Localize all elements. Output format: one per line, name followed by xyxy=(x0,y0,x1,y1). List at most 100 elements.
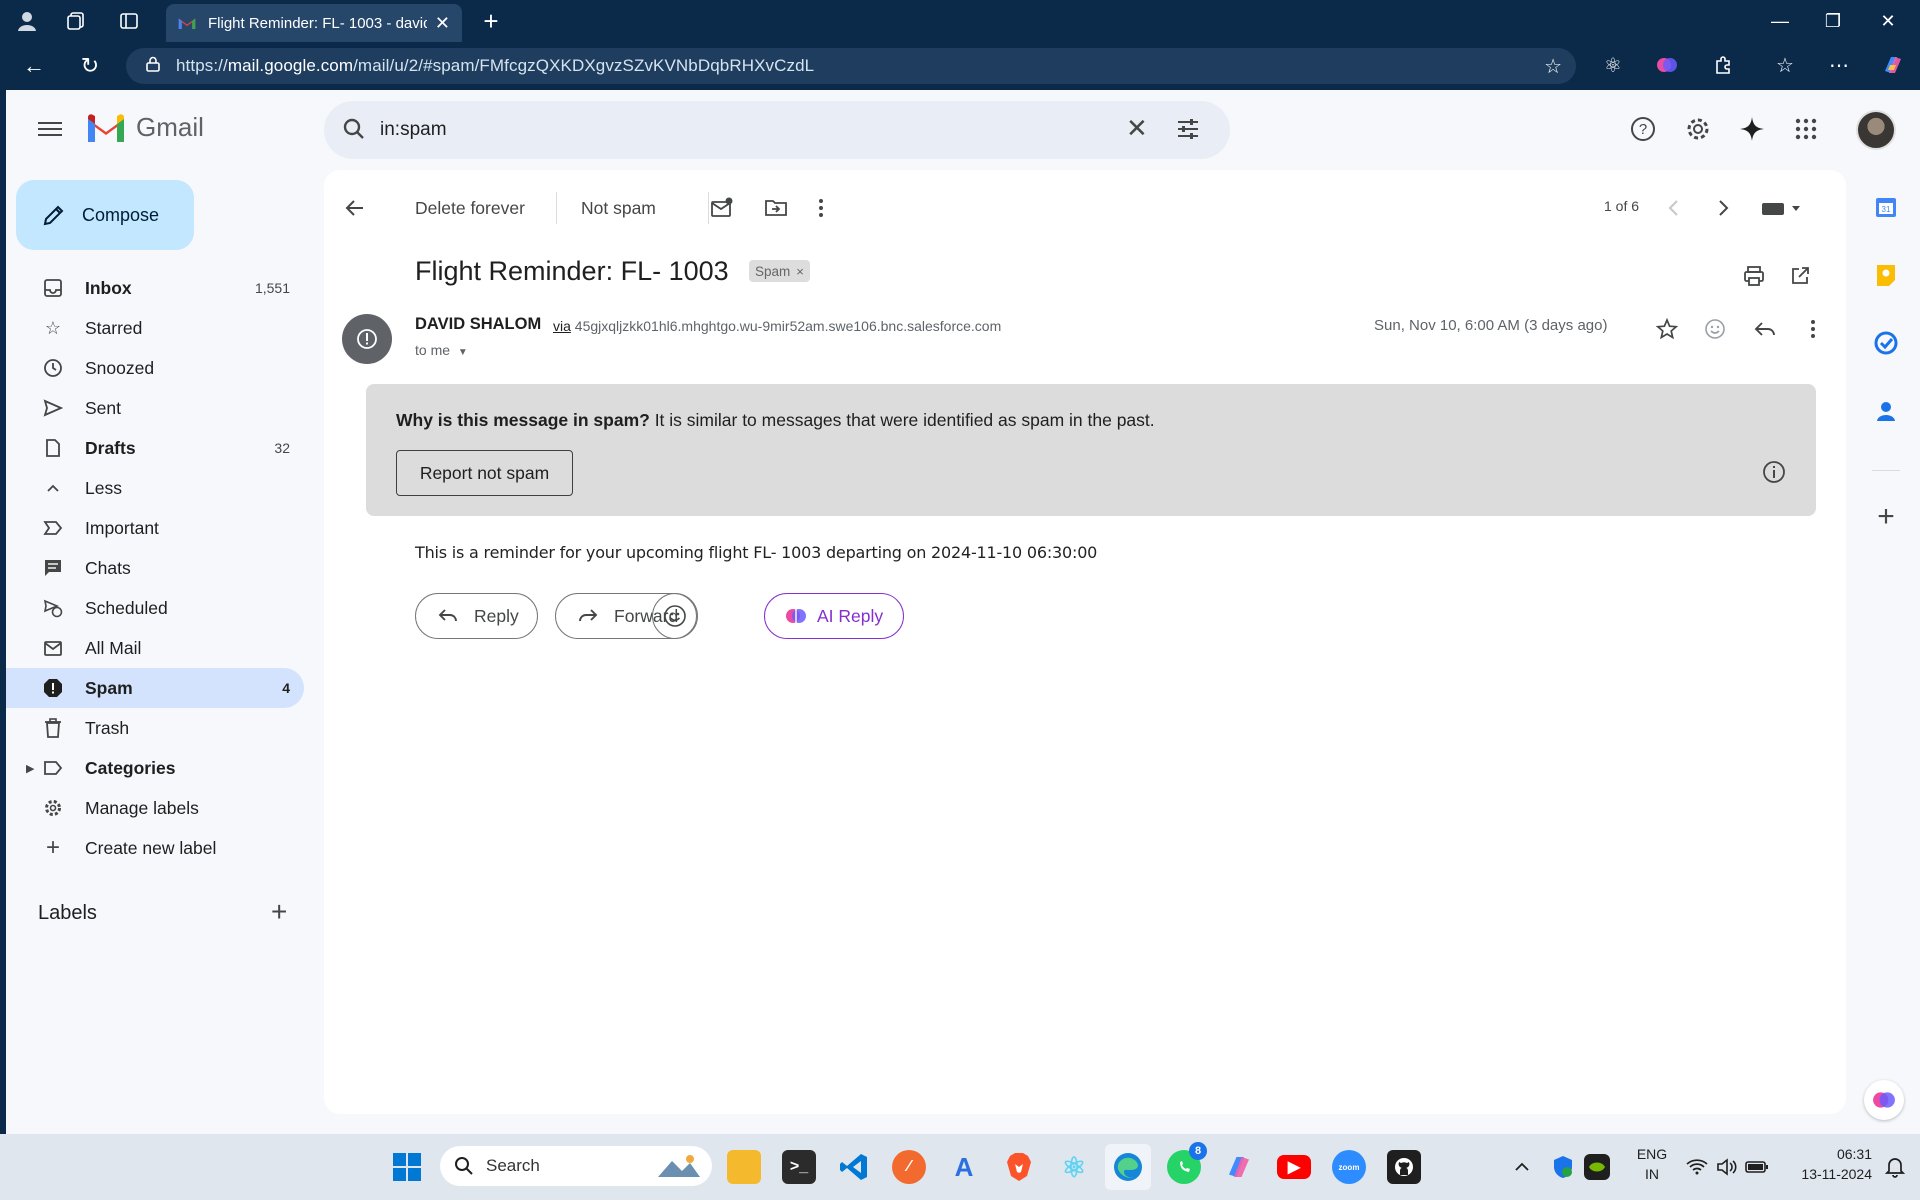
back-icon[interactable]: ← xyxy=(20,52,48,80)
extension-react-icon[interactable]: ⚛ xyxy=(1600,52,1626,78)
maximize-icon[interactable]: ❐ xyxy=(1813,6,1853,36)
extension-brain-icon[interactable] xyxy=(1654,52,1680,78)
remove-label-icon[interactable]: × xyxy=(796,264,804,279)
more-options-icon[interactable] xyxy=(818,190,824,226)
new-tab-icon[interactable]: + xyxy=(478,8,504,34)
recipient-details[interactable]: to me ▼ xyxy=(415,342,468,358)
more-menu-icon[interactable]: ⋯ xyxy=(1826,52,1852,78)
favorites-icon[interactable]: ☆ xyxy=(1772,52,1798,78)
whatsapp-icon[interactable]: 8 xyxy=(1167,1142,1207,1184)
print-icon[interactable] xyxy=(1740,262,1768,290)
add-addon-icon[interactable]: + xyxy=(1871,500,1901,533)
search-icon[interactable] xyxy=(342,117,366,146)
sidebar-item-spam[interactable]: Spam 4 xyxy=(6,668,304,708)
favorite-star-icon[interactable]: ☆ xyxy=(1544,54,1562,79)
floating-ai-assistant-icon[interactable] xyxy=(1864,1080,1904,1120)
back-to-list-icon[interactable] xyxy=(344,190,366,226)
security-shield-icon[interactable] xyxy=(1546,1150,1580,1184)
sidebar-item-important[interactable]: Important xyxy=(6,508,304,548)
file-explorer-icon[interactable] xyxy=(727,1150,761,1184)
sender-name[interactable]: DAVID SHALOM xyxy=(415,315,541,334)
volume-icon[interactable] xyxy=(1710,1150,1744,1184)
search-bar[interactable]: in:spam ✕ xyxy=(324,101,1230,159)
contacts-icon[interactable] xyxy=(1871,396,1901,426)
expand-arrow-icon[interactable]: ▶ xyxy=(26,762,34,775)
taskbar-search[interactable]: Search xyxy=(440,1146,712,1186)
report-not-spam-button[interactable]: Report not spam xyxy=(396,450,573,496)
newer-chevron-icon[interactable] xyxy=(1667,190,1681,226)
sidebar-item-scheduled[interactable]: Scheduled xyxy=(6,588,304,628)
vertical-tabs-icon[interactable] xyxy=(116,8,142,34)
tray-overflow-chevron-icon[interactable] xyxy=(1505,1150,1539,1184)
zoom-app-icon[interactable]: zoom xyxy=(1332,1150,1366,1184)
reply-button[interactable]: Reply xyxy=(415,593,538,639)
extensions-puzzle-icon[interactable] xyxy=(1710,52,1736,78)
gmail-logo[interactable]: Gmail xyxy=(86,112,204,143)
sidebar-item-create-label[interactable]: + Create new label xyxy=(6,828,304,868)
chevron-down-icon[interactable]: ▼ xyxy=(458,347,468,358)
sidebar-item-snoozed[interactable]: Snoozed xyxy=(6,348,304,388)
move-to-icon[interactable] xyxy=(764,190,788,226)
main-menu-icon[interactable] xyxy=(38,118,62,142)
active-tab[interactable]: Flight Reminder: FL- 1003 - david ✕ xyxy=(166,4,462,42)
notifications-bell-icon[interactable] xyxy=(1878,1150,1912,1184)
search-input[interactable]: in:spam xyxy=(380,119,447,141)
star-icon[interactable] xyxy=(1652,314,1682,344)
sidebar-item-inbox[interactable]: Inbox 1,551 xyxy=(6,268,304,308)
tasks-icon[interactable] xyxy=(1871,328,1901,358)
via-link[interactable]: via xyxy=(553,318,571,334)
search-options-icon[interactable] xyxy=(1176,117,1200,146)
terminal-icon[interactable]: >_ xyxy=(782,1150,816,1184)
windows-start-icon[interactable] xyxy=(390,1150,424,1184)
compose-button[interactable]: Compose xyxy=(16,180,194,250)
nvidia-icon[interactable] xyxy=(1584,1154,1610,1180)
sidebar-item-starred[interactable]: ☆ Starred xyxy=(6,308,304,348)
app-store-icon[interactable]: A xyxy=(947,1150,981,1184)
copilot-icon[interactable] xyxy=(1880,52,1906,78)
sidebar-item-less[interactable]: Less xyxy=(6,468,304,508)
open-in-new-window-icon[interactable] xyxy=(1786,262,1814,290)
workspaces-icon[interactable] xyxy=(64,8,90,34)
sidebar-item-all-mail[interactable]: All Mail xyxy=(6,628,304,668)
settings-gear-icon[interactable] xyxy=(1683,114,1713,144)
apps-grid-icon[interactable] xyxy=(1791,114,1821,144)
input-tools-icon[interactable] xyxy=(1760,190,1804,226)
profile-icon[interactable] xyxy=(14,8,40,34)
ai-reply-button[interactable]: AI Reply xyxy=(764,593,905,639)
copilot-app-icon[interactable] xyxy=(1222,1150,1256,1184)
youtube-icon[interactable]: ▶ xyxy=(1277,1155,1311,1179)
language-indicator[interactable]: ENG IN xyxy=(1630,1146,1674,1182)
not-spam-button[interactable]: Not spam xyxy=(581,190,656,226)
clock[interactable]: 06:31 13-11-2024 xyxy=(1782,1146,1872,1182)
add-reaction-icon[interactable] xyxy=(1700,314,1730,344)
brave-browser-icon[interactable] xyxy=(1002,1150,1036,1184)
mark-unread-icon[interactable] xyxy=(710,190,734,226)
keep-icon[interactable] xyxy=(1871,260,1901,290)
emoji-reaction-button[interactable] xyxy=(652,593,698,639)
sidebar-item-trash[interactable]: Trash xyxy=(6,708,304,748)
reply-icon[interactable] xyxy=(1750,314,1780,344)
tab-close-icon[interactable]: ✕ xyxy=(435,13,450,34)
sidebar-item-categories[interactable]: ▶ Categories xyxy=(6,748,304,788)
delete-forever-button[interactable]: Delete forever xyxy=(415,190,525,226)
help-icon[interactable]: ? xyxy=(1628,114,1658,144)
older-chevron-icon[interactable] xyxy=(1716,190,1730,226)
calendar-icon[interactable]: 31 xyxy=(1871,192,1901,222)
github-icon[interactable] xyxy=(1387,1150,1421,1184)
vscode-icon[interactable] xyxy=(837,1150,871,1184)
wifi-icon[interactable] xyxy=(1680,1150,1714,1184)
message-more-icon[interactable] xyxy=(1798,314,1828,344)
refresh-icon[interactable]: ↻ xyxy=(76,52,104,80)
sidebar-item-chats[interactable]: Chats xyxy=(6,548,304,588)
add-label-icon[interactable]: + xyxy=(271,898,287,926)
minimize-icon[interactable]: — xyxy=(1760,6,1800,36)
close-window-icon[interactable]: ✕ xyxy=(1868,6,1908,36)
battery-icon[interactable] xyxy=(1740,1150,1774,1184)
url-field[interactable]: https://mail.google.com/mail/u/2/#spam/F… xyxy=(126,48,1576,84)
sidebar-item-drafts[interactable]: Drafts 32 xyxy=(6,428,304,468)
edge-browser-icon[interactable] xyxy=(1105,1144,1151,1190)
sidebar-item-sent[interactable]: Sent xyxy=(6,388,304,428)
sidebar-item-manage-labels[interactable]: Manage labels xyxy=(6,788,304,828)
clear-search-icon[interactable]: ✕ xyxy=(1126,113,1148,144)
gemini-sparkle-icon[interactable] xyxy=(1737,114,1767,144)
